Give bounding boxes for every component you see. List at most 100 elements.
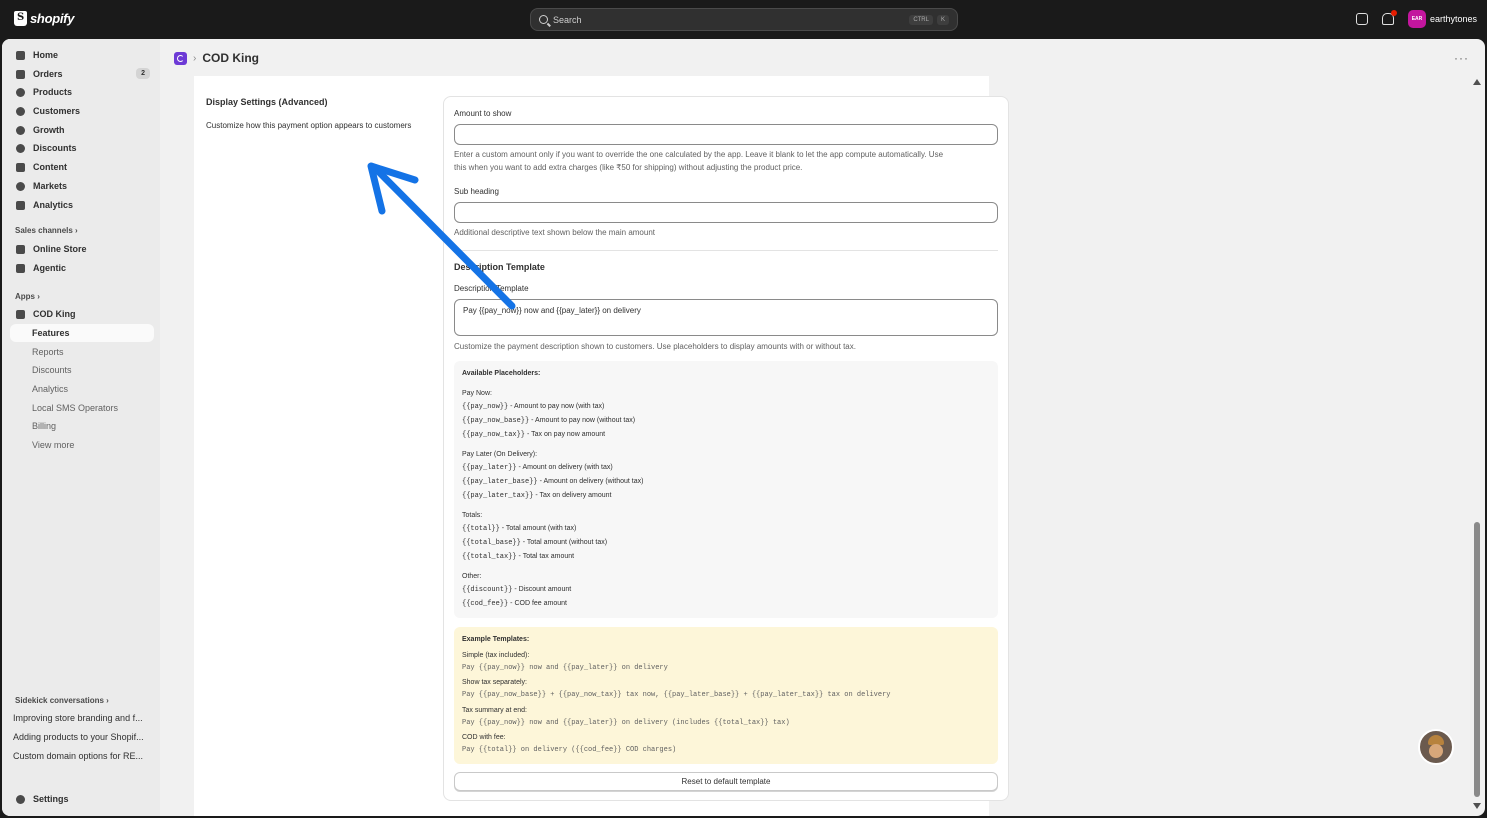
conversation-item[interactable]: Improving store branding and f... [13,713,153,723]
agentic-icon [16,263,25,273]
conversation-item[interactable]: Custom domain options for RE... [13,751,153,761]
page-title: COD King [202,51,260,65]
sidebar-item-analytics[interactable]: Analytics [10,196,154,214]
search-icon [539,15,548,24]
bell-icon[interactable] [1381,10,1397,25]
apps-label[interactable]: Apps › [15,292,40,301]
group-heading: Pay Now: [462,390,492,397]
subheading-input[interactable] [454,202,998,223]
placeholder-item: {{total_tax}} - Total tax amount [462,553,575,561]
subheading-label: Sub heading [454,187,499,196]
sidekick-avatar[interactable] [1418,729,1454,765]
example-label: Simple (tax included): [462,652,530,659]
chart-icon [16,200,25,210]
orders-icon [16,69,25,79]
store-name: earthytones [1429,14,1477,24]
group-heading: Other: [462,573,482,580]
amount-help-2: this when you want to add extra charges … [454,163,803,172]
gear-icon [16,794,25,804]
cod-king-app-icon [16,309,25,319]
shortcut-ctrl: CTRL [909,14,933,25]
home-icon [16,50,25,60]
notification-dot [1390,10,1397,16]
sidebar-item-customers[interactable]: Customers [10,102,154,120]
placeholder-item: {{pay_now_tax}} - Tax on pay now amount [462,431,606,439]
sidebar-item-products[interactable]: Products [10,83,154,101]
content-panel: Display Settings (Advanced) Customize ho… [194,76,1009,816]
placeholder-item: {{pay_later_base}} - Amount on delivery … [462,478,644,486]
example-label: Tax summary at end: [462,707,527,714]
shopify-logo[interactable]: shopify [14,11,74,26]
more-actions-icon[interactable]: ··· [1454,51,1469,65]
growth-icon [16,125,25,135]
description-section-title: Description Template [454,262,545,272]
sidekick-conversations-label[interactable]: Sidekick conversations › [15,696,109,705]
examples-title: Example Templates: [462,636,530,643]
divider [454,250,998,251]
sidebar-sub-discounts[interactable]: Discounts [10,361,154,379]
store-avatar: EAR [1407,10,1426,28]
sidebar-sub-billing[interactable]: Billing [10,417,154,435]
amount-label: Amount to show [454,109,512,118]
settings-card: Amount to show Enter a custom amount onl… [443,96,1009,801]
description-template-input[interactable]: Pay {{pay_now}} now and {{pay_later}} on… [454,299,998,336]
subheading-help: Additional descriptive text shown below … [454,228,655,237]
admin-frame: Home Orders 2 Products Customers Growth D… [2,39,1485,816]
sidebar-item-growth[interactable]: Growth [10,121,154,139]
globe-icon [16,181,25,191]
sales-channels-label[interactable]: Sales channels › [15,226,78,235]
sidebar-item-markets[interactable]: Markets [10,177,154,195]
group-heading: Totals: [462,512,483,519]
sidebar-sub-features[interactable]: Features [10,324,154,342]
store-icon [16,244,25,254]
placeholder-item: {{pay_now_base}} - Amount to pay now (wi… [462,417,636,425]
search-placeholder: Search [553,14,582,25]
top-bar: shopify Search CTRL K EAR earthytones [0,0,1487,39]
sidekick-icon[interactable] [1355,13,1368,25]
tag-icon [16,87,25,97]
placeholder-item: {{pay_later}} - Amount on delivery (with… [462,464,613,472]
placeholders-title: Available Placeholders: [462,370,541,377]
placeholder-item: {{total}} - Total amount (with tax) [462,525,577,533]
placeholder-item: {{pay_now}} - Amount to pay now (with ta… [462,403,605,411]
sidebar-item-content[interactable]: Content [10,158,154,176]
discount-icon [16,143,25,153]
sidebar-view-more[interactable]: View more [10,436,154,454]
scroll-thumb[interactable] [1474,522,1480,797]
sidebar-item-discounts[interactable]: Discounts [10,139,154,157]
section-description: Customize how this payment option appear… [206,121,412,130]
scroll-up-arrow-icon[interactable] [1473,79,1481,85]
sidebar-sub-reports[interactable]: Reports [10,343,154,361]
sidebar-item-home[interactable]: Home [10,46,154,64]
shopify-bag-icon [14,11,27,26]
reset-template-button[interactable]: Reset to default template [454,772,998,791]
sidebar-item-cod-king[interactable]: COD King [10,305,154,323]
sidebar-sub-sms-operators[interactable]: Local SMS Operators [10,399,154,417]
store-menu[interactable]: EAR earthytones [1407,10,1477,28]
cod-king-app-icon[interactable] [174,51,187,65]
group-heading: Pay Later (On Delivery): [462,451,538,458]
shortcut-key: K [936,14,949,25]
orders-count-badge: 2 [136,68,150,79]
example-template: Pay {{pay_now_base}} + {{pay_now_tax}} t… [462,691,891,699]
sidebar-item-settings[interactable]: Settings [10,790,154,808]
description-label: Description Template [454,284,529,293]
sidebar-item-online-store[interactable]: Online Store [10,240,154,258]
example-label: COD with fee: [462,734,506,741]
sidebar: Home Orders 2 Products Customers Growth D… [2,39,160,816]
sidebar-item-agentic[interactable]: Agentic [10,259,154,277]
example-label: Show tax separately: [462,679,527,686]
person-icon [16,106,25,116]
breadcrumb: › COD King [174,51,259,65]
sidebar-item-orders[interactable]: Orders 2 [10,65,154,83]
section-title: Display Settings (Advanced) [206,97,328,107]
content-icon [16,162,25,172]
example-template: Pay {{pay_now}} now and {{pay_later}} on… [462,719,790,727]
search-bar[interactable]: Search CTRL K [530,8,958,31]
scrollbar[interactable] [1473,79,1481,809]
conversation-item[interactable]: Adding products to your Shopif... [13,732,153,742]
amount-input[interactable] [454,124,998,145]
scroll-down-arrow-icon[interactable] [1473,803,1481,809]
sidebar-sub-analytics[interactable]: Analytics [10,380,154,398]
description-help: Customize the payment description shown … [454,342,856,351]
